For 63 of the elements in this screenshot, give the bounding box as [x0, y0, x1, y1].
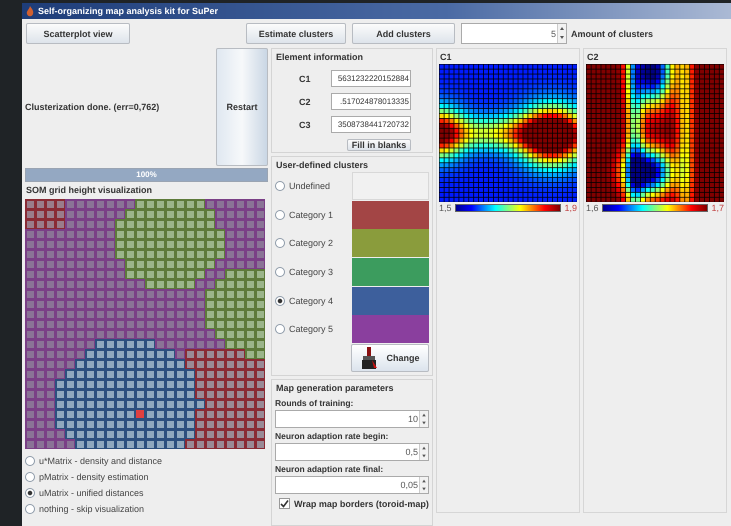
group-title: User-defined clusters: [275, 159, 370, 172]
window-title: Self-organizing map analysis kit for SuPer: [38, 6, 218, 16]
input-field[interactable]: 5631232220152884: [331, 70, 411, 87]
clusters-spinner[interactable]: 5: [461, 23, 567, 44]
down-arrow-icon[interactable]: [420, 485, 428, 493]
section-title: SOM grid height visualization: [25, 184, 154, 197]
flame-icon: [26, 6, 34, 16]
paint-brush-icon: [360, 346, 378, 369]
map-title: C1: [439, 51, 453, 64]
change-button[interactable]: Change: [351, 344, 429, 372]
number-spinner[interactable]: 10: [275, 410, 429, 428]
mode-radio[interactable]: nothing - skip visualization: [25, 502, 268, 516]
scatterplot-view-button[interactable]: Scatterplot view: [26, 23, 130, 44]
radio-indicator[interactable]: [275, 324, 285, 334]
field-label: C2: [298, 96, 312, 106]
field-label: Rounds of training:: [275, 398, 354, 408]
radio-indicator[interactable]: [275, 296, 285, 306]
estimate-clusters-button[interactable]: Estimate clusters: [246, 23, 346, 44]
group-title: Element information: [275, 51, 364, 64]
up-arrow-icon[interactable]: [420, 444, 428, 452]
category-radio[interactable]: Category 3: [275, 265, 334, 280]
mode-radio[interactable]: u*Matrix - density and distance: [25, 454, 268, 468]
radio-indicator[interactable]: [25, 488, 35, 498]
up-arrow-icon[interactable]: [420, 411, 428, 419]
radio-indicator[interactable]: [275, 267, 285, 278]
mode-radio[interactable]: pMatrix - density estimation: [25, 470, 268, 484]
category-radio[interactable]: Category 4: [275, 294, 334, 308]
mode-radio[interactable]: uMatrix - unified distances: [25, 486, 268, 500]
field-label: Neuron adaption rate final:: [275, 464, 384, 474]
status-text: Clusterization done. (err=0,762): [25, 102, 160, 112]
legend-min: 1,6: [586, 203, 599, 213]
clusters-label: Amount of clusters: [571, 28, 654, 38]
category-radio[interactable]: Category 1: [275, 208, 334, 222]
progress-label: 100%: [135, 169, 158, 181]
group-title: Map generation parameters: [275, 382, 395, 395]
field-label: Neuron adaption rate begin:: [275, 431, 390, 441]
legend-min: 1,5: [439, 203, 452, 213]
radio-indicator[interactable]: [275, 181, 285, 192]
map-title: C2: [586, 51, 600, 64]
radio-indicator[interactable]: [25, 504, 35, 514]
down-arrow-icon[interactable]: [420, 452, 428, 460]
input-field[interactable]: .517024878013335: [331, 93, 411, 110]
radio-indicator[interactable]: [275, 238, 285, 248]
down-arrow-icon[interactable]: [420, 419, 428, 427]
add-clusters-button[interactable]: Add clusters: [352, 23, 455, 44]
field-label: C1: [298, 74, 312, 84]
wrap-checkbox[interactable]: Wrap map borders (toroid-map): [275, 498, 429, 509]
category-radio[interactable]: Category 5: [275, 322, 334, 336]
input-field[interactable]: 3508738441720732: [331, 116, 411, 133]
category-radio[interactable]: Undefined: [275, 179, 330, 194]
legend-max: 1,7: [711, 203, 724, 213]
radio-indicator[interactable]: [25, 472, 35, 482]
radio-indicator[interactable]: [275, 210, 285, 220]
radio-indicator[interactable]: [25, 456, 35, 466]
restart-button[interactable]: Restart: [216, 48, 268, 166]
number-spinner[interactable]: 0,5: [275, 443, 429, 461]
up-arrow-icon[interactable]: [420, 477, 428, 485]
checkbox-indicator[interactable]: [279, 498, 290, 509]
field-label: C3: [298, 120, 312, 130]
category-radio[interactable]: Category 2: [275, 236, 334, 250]
number-spinner[interactable]: 0,05: [275, 476, 429, 494]
fill-in-blanks-button[interactable]: Fill in blanks: [347, 139, 411, 151]
legend-max: 1,9: [564, 203, 577, 213]
